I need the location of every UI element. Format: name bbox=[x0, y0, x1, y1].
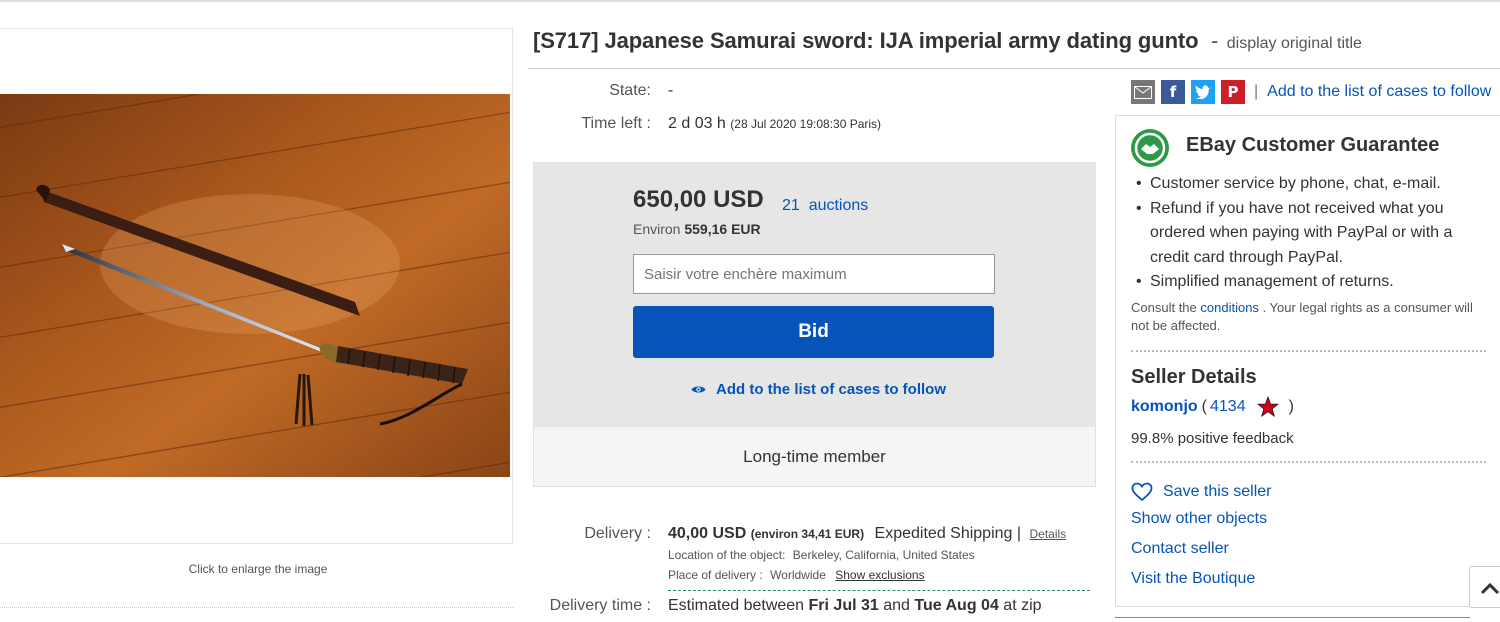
guarantee-item: Simplified management of returns. bbox=[1134, 270, 1484, 295]
time-left-value: 2 d 03 h bbox=[668, 115, 726, 132]
close-paren: ) bbox=[1288, 398, 1294, 415]
add-to-watchlist-label: Add to the list of cases to follow bbox=[716, 381, 947, 398]
item-location-row: Location of the object: Berkeley, Califo… bbox=[668, 548, 975, 562]
delivery-label: Delivery : bbox=[584, 525, 651, 542]
add-to-follow-list-link[interactable]: Add to the list of cases to follow bbox=[1267, 83, 1491, 101]
estimate-date-from: Fri Jul 31 bbox=[808, 597, 879, 614]
guarantee-item: Customer service by phone, chat, e-mail. bbox=[1134, 172, 1484, 197]
estimate-suffix: at zip bbox=[1003, 597, 1042, 614]
seller-name-link[interactable]: komonjo bbox=[1131, 398, 1198, 416]
show-exclusions-link[interactable]: Show exclusions bbox=[835, 568, 924, 582]
auctions-count: 21 bbox=[782, 197, 800, 214]
listing-title: [S717] Japanese Samurai sword: IJA imper… bbox=[533, 28, 1199, 53]
state-value: - bbox=[668, 82, 674, 99]
feedback-star-icon bbox=[1256, 396, 1279, 417]
auctions-label: auctions bbox=[808, 197, 869, 214]
estimate-date-to: Tue Aug 04 bbox=[914, 597, 999, 614]
location-label: Location of the object: bbox=[668, 548, 786, 562]
estimate-and: and bbox=[883, 597, 910, 614]
delivery-price-row: 40,00 USD (environ 34,41 EUR) Expedited … bbox=[668, 525, 1066, 543]
delivery-details-link[interactable]: Details bbox=[1029, 527, 1066, 541]
email-icon[interactable] bbox=[1131, 80, 1155, 104]
consult-prefix: Consult the bbox=[1131, 300, 1197, 315]
main-item-image[interactable] bbox=[0, 94, 510, 477]
guarantee-consult-text: Consult the conditions . Your legal righ… bbox=[1131, 299, 1486, 335]
open-paren: ( bbox=[1201, 398, 1207, 415]
listing-title-row: [S717] Japanese Samurai sword: IJA imper… bbox=[533, 28, 1500, 68]
save-seller-label: Save this seller bbox=[1163, 483, 1272, 500]
delivery-divider bbox=[668, 590, 1090, 591]
sword-photo bbox=[0, 94, 510, 477]
add-to-watchlist-link[interactable]: Add to the list of cases to follow bbox=[691, 381, 946, 398]
show-other-objects-link[interactable]: Show other objects bbox=[1131, 510, 1267, 528]
pinterest-icon[interactable]: P bbox=[1221, 80, 1245, 104]
chevron-up-icon bbox=[1480, 582, 1500, 595]
delivery-method: Expedited Shipping | bbox=[874, 525, 1022, 542]
bid-button[interactable]: Bid bbox=[633, 306, 994, 358]
display-original-title-link[interactable]: display original title bbox=[1227, 35, 1362, 52]
title-dash: - bbox=[1210, 28, 1219, 53]
left-bottom-divider bbox=[0, 607, 513, 608]
estimate-prefix: Estimated between bbox=[668, 597, 805, 614]
visit-boutique-link[interactable]: Visit the Boutique bbox=[1131, 570, 1255, 588]
twitter-icon[interactable] bbox=[1191, 80, 1215, 104]
share-row: f P | Add to the list of cases to follow bbox=[1131, 80, 1491, 104]
time-left-row: 2 d 03 h (28 Jul 2020 19:08:30 Paris) bbox=[668, 115, 881, 133]
enlarge-image-hint: Click to enlarge the image bbox=[188, 562, 328, 576]
top-divider bbox=[0, 0, 1500, 2]
conditions-link[interactable]: conditions bbox=[1200, 300, 1259, 315]
bottom-right-divider bbox=[1115, 617, 1470, 618]
long-time-member-badge: Long-time member bbox=[533, 427, 1096, 487]
dotted-divider bbox=[1131, 350, 1486, 352]
heart-icon bbox=[1131, 482, 1153, 502]
eye-icon bbox=[691, 386, 706, 393]
title-divider bbox=[528, 68, 1500, 69]
bid-panel: 650,00 USD 21 auctions Environ 559,16 EU… bbox=[533, 162, 1096, 427]
environ-label: Environ bbox=[633, 221, 681, 237]
delivery-estimate: Estimated between Fri Jul 31 and Tue Aug… bbox=[668, 597, 1042, 615]
price-conversion: Environ 559,16 EUR bbox=[633, 221, 761, 237]
max-bid-input[interactable] bbox=[633, 254, 995, 294]
dotted-divider bbox=[1131, 461, 1486, 463]
facebook-icon[interactable]: f bbox=[1161, 80, 1185, 104]
delivery-price: 40,00 USD bbox=[668, 525, 747, 542]
contact-seller-link[interactable]: Contact seller bbox=[1131, 540, 1229, 558]
guarantee-handshake-icon bbox=[1131, 129, 1169, 167]
guarantee-item: Refund if you have not received what you… bbox=[1134, 197, 1484, 271]
guarantee-list: Customer service by phone, chat, e-mail.… bbox=[1134, 172, 1484, 295]
guarantee-title: EBay Customer Guarantee bbox=[1186, 134, 1440, 156]
seller-details-heading: Seller Details bbox=[1131, 366, 1257, 388]
feedback-score-link[interactable]: 4134 bbox=[1210, 398, 1246, 416]
time-left-label: Time left : bbox=[581, 115, 651, 132]
share-separator: | bbox=[1254, 83, 1259, 100]
delivery-time-label: Delivery time : bbox=[549, 597, 651, 614]
time-left-end-date: (28 Jul 2020 19:08:30 Paris) bbox=[730, 117, 882, 131]
guarantee-panel: EBay Customer Guarantee Customer service… bbox=[1115, 115, 1500, 607]
state-label: State: bbox=[609, 82, 651, 99]
delivery-price-conversion: (environ 34,41 EUR) bbox=[750, 527, 865, 541]
current-price: 650,00 USD bbox=[633, 186, 764, 213]
location-value: Berkeley, California, United States bbox=[792, 548, 975, 562]
delivery-place-row: Place of delivery : Worldwide Show exclu… bbox=[668, 568, 925, 582]
scroll-to-top-button[interactable] bbox=[1469, 566, 1500, 608]
auctions-link[interactable]: 21 auctions bbox=[782, 197, 868, 215]
environ-value: 559,16 EUR bbox=[684, 221, 761, 237]
seller-info-row: komonjo ( 4134 ) bbox=[1131, 396, 1294, 418]
save-seller-link[interactable]: Save this seller bbox=[1131, 482, 1272, 502]
positive-feedback: 99.8% positive feedback bbox=[1131, 430, 1294, 447]
delivery-place-value: Worldwide bbox=[770, 568, 826, 582]
delivery-place-label: Place of delivery : bbox=[668, 568, 763, 582]
